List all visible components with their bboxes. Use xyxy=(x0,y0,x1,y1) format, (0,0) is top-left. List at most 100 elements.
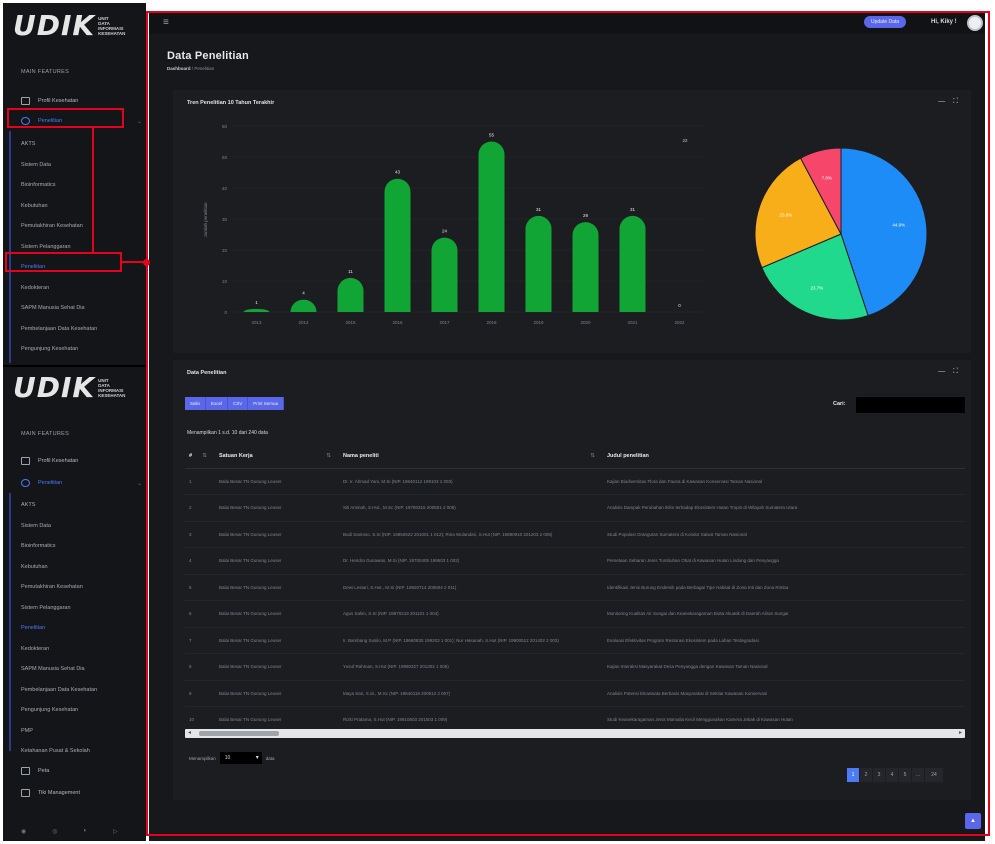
csv-button[interactable]: CSV xyxy=(228,397,249,410)
sidebar-subitem[interactable]: Penelitian xyxy=(3,618,146,638)
column-label: Nama peneliti xyxy=(343,452,379,459)
sidebar-footer: ◉ ◎ ◐ ▷ xyxy=(21,828,118,835)
sidebar-subitem[interactable]: PMP xyxy=(3,721,146,741)
sidebar-subitem[interactable]: Pengunjung Kesehatan xyxy=(3,700,146,720)
column-header-nama[interactable]: Nama peneliti ⇅ xyxy=(339,444,603,469)
data-label: 11 xyxy=(348,269,353,274)
breadcrumb-home[interactable]: Dashboard xyxy=(167,66,191,71)
card-tools[interactable]: — ⛶ xyxy=(938,368,961,376)
table-row[interactable]: 6 Balai Besar TN Gunung Leuser Agus Salim,… xyxy=(185,600,965,628)
table-row[interactable]: 2 Balai Besar TN Gunung Leuser Siti Aminah… xyxy=(185,494,965,522)
table-cell: Kajian Biodiversitas Flora dan Fauna di … xyxy=(603,468,965,495)
settings-icon[interactable]: ◉ xyxy=(21,828,26,835)
table-row[interactable]: 9 Balai Besar TN Gunung Leuser Maya Sari, … xyxy=(185,680,965,707)
page-button[interactable]: 24 xyxy=(925,768,943,782)
sidebar-subitem[interactable]: Sistem Pelanggaran xyxy=(3,237,146,257)
sidebar-subitem[interactable]: AKTS xyxy=(3,495,146,515)
sidebar-subitem[interactable]: Kebutuhan xyxy=(3,557,146,577)
table-cell: Agus Salim, S.Si (NIP. 19870219 201101 1… xyxy=(339,600,603,628)
sidebar-subitem[interactable]: AKTS xyxy=(3,134,146,154)
logo-subtext: UNIT DATA INFORMASI KESEHATAN xyxy=(98,378,125,398)
table-row[interactable]: 1 Balai Besar TN Gunung Leuser Dr. Ir. Ahm… xyxy=(185,468,965,495)
bar xyxy=(431,237,458,312)
sidebar-subitem[interactable]: Bioinformatics xyxy=(3,536,146,556)
logo-subtext: UNIT DATA INFORMASI KESEHATAN xyxy=(98,16,125,36)
logout-icon[interactable]: ▷ xyxy=(113,828,118,835)
sidebar-item-penelitian[interactable]: Penelitian ⌄ xyxy=(3,473,146,493)
table-cell: 6 xyxy=(185,600,215,628)
sidebar-subitem[interactable]: Pembelanjaan Data Kesehatan xyxy=(3,319,146,339)
sidebar-item-peta[interactable]: Peta xyxy=(3,761,146,781)
grid-icon xyxy=(21,457,30,465)
column-label: # xyxy=(189,452,193,459)
sidebar-subitem[interactable]: Bioinformatics xyxy=(3,175,146,195)
update-data-button[interactable]: Update Data xyxy=(864,16,907,28)
table-cell: 3 xyxy=(185,521,215,548)
page-button[interactable]: 2 xyxy=(860,768,872,782)
theme-icon[interactable]: ◐ xyxy=(84,828,88,835)
horizontal-scrollbar[interactable]: ◂ ▸ xyxy=(185,729,965,738)
sidebar-subitem[interactable]: SAPM Manusia Sehat Dia xyxy=(3,298,146,318)
copy-button[interactable]: Salin xyxy=(185,397,207,410)
sidebar-subitem[interactable]: Pengunjung Kesehatan xyxy=(3,339,146,359)
page-button[interactable]: 4 xyxy=(886,768,898,782)
menu-icon[interactable]: ≡ xyxy=(163,17,169,28)
x-tick-label: 2015 xyxy=(345,320,356,325)
y-tick-label: 30 xyxy=(222,217,228,222)
table-row[interactable]: 4 Balai Besar TN Gunung Leuser Dr. Hendra … xyxy=(185,547,965,575)
sidebar-subitem[interactable]: Sistem Data xyxy=(3,516,146,536)
column-header-judul[interactable]: Judul penelitian xyxy=(603,444,965,469)
info-icon[interactable]: ◎ xyxy=(52,828,57,835)
sidebar-item-tiki[interactable]: Tiki Management xyxy=(3,783,146,803)
column-header-satuan[interactable]: Satuan Kerja ⇅ xyxy=(215,444,339,469)
table-cell: Studi Populasi Orangutan Sumatera di Kor… xyxy=(603,521,965,548)
data-label: 31 xyxy=(536,207,542,212)
search-input[interactable] xyxy=(856,397,965,413)
user-greeting[interactable]: Hi, Kiky ! xyxy=(931,19,957,25)
page-button[interactable]: 5 xyxy=(899,768,911,782)
sidebar-item-profil[interactable]: Profil Kesehatan xyxy=(3,91,146,111)
data-label: 29 xyxy=(583,213,589,218)
sidebar-subitem[interactable]: Pemutakhiran Kesehatan xyxy=(3,577,146,597)
table-row[interactable]: 7 Balai Besar TN Gunung Leuser Ir. Bambang… xyxy=(185,627,965,654)
table-cell: Balai Besar TN Gunung Leuser xyxy=(215,468,339,495)
page-button[interactable]: … xyxy=(912,768,924,782)
sidebar-item-label: Profil Kesehatan xyxy=(38,458,79,464)
pie-label: 23.7% xyxy=(811,285,824,290)
sidebar-subitem[interactable]: Pembelanjaan Data Kesehatan xyxy=(3,680,146,700)
logo[interactable]: UDIK UNIT DATA INFORMASI KESEHATAN xyxy=(13,373,125,403)
table-row[interactable]: 8 Balai Besar TN Gunung Leuser Yusuf Rahma… xyxy=(185,653,965,681)
logo[interactable]: UDIK UNIT DATA INFORMASI KESEHATAN xyxy=(13,11,125,41)
sidebar-subitem[interactable]: Ketahanan Pusat & Sekolah xyxy=(3,741,146,761)
table-cell: 8 xyxy=(185,653,215,681)
print-button[interactable]: Print Semua xyxy=(248,397,285,410)
table-cell: Analisis Dampak Perubahan Iklim terhadap… xyxy=(603,494,965,522)
excel-button[interactable]: Excel xyxy=(206,397,229,410)
table-row[interactable]: 5 Balai Besar TN Gunung Leuser Dewi Lestar… xyxy=(185,574,965,601)
sidebar-subitem[interactable]: Kedokteran xyxy=(3,639,146,659)
page-button[interactable]: 1 xyxy=(847,768,859,782)
scroll-thumb[interactable] xyxy=(199,731,279,736)
sidebar-subitem[interactable]: SAPM Manusia Sehat Dia xyxy=(3,659,146,679)
table-cell: Budi Santoso, S.Si (NIP. 19850622 201001… xyxy=(339,521,603,548)
sidebar-subitem[interactable]: Pemutakhiran Kesehatan xyxy=(3,216,146,236)
sidebar-subitem[interactable]: Kedokteran xyxy=(3,278,146,298)
data-label: 43 xyxy=(395,170,401,175)
per-page-select[interactable]: 10 xyxy=(219,752,262,764)
logo-sub-line: KESEHATAN xyxy=(98,393,126,398)
sidebar-subitem[interactable]: Sistem Pelanggaran xyxy=(3,598,146,618)
sidebar-item-profil[interactable]: Profil Kesehatan xyxy=(3,451,146,471)
sidebar-subitem[interactable]: Kebutuhan xyxy=(3,196,146,216)
sidebar-item-penelitian[interactable]: Penelitian ⌄ xyxy=(3,111,146,131)
table-row[interactable]: 3 Balai Besar TN Gunung Leuser Budi Santos… xyxy=(185,521,965,548)
scroll-left-icon[interactable]: ◂ xyxy=(188,729,191,736)
scroll-top-button[interactable]: ▲ xyxy=(965,813,981,829)
page-button[interactable]: 3 xyxy=(873,768,885,782)
data-label: 31 xyxy=(630,207,636,212)
column-header-number[interactable]: # ⇅ xyxy=(185,444,215,469)
sidebar-subitem[interactable]: Penelitian xyxy=(3,257,146,277)
avatar[interactable] xyxy=(967,15,983,31)
sidebar-subitem[interactable]: Sistem Data xyxy=(3,155,146,175)
y-tick-label: 40 xyxy=(222,186,228,191)
scroll-right-icon[interactable]: ▸ xyxy=(959,729,962,736)
